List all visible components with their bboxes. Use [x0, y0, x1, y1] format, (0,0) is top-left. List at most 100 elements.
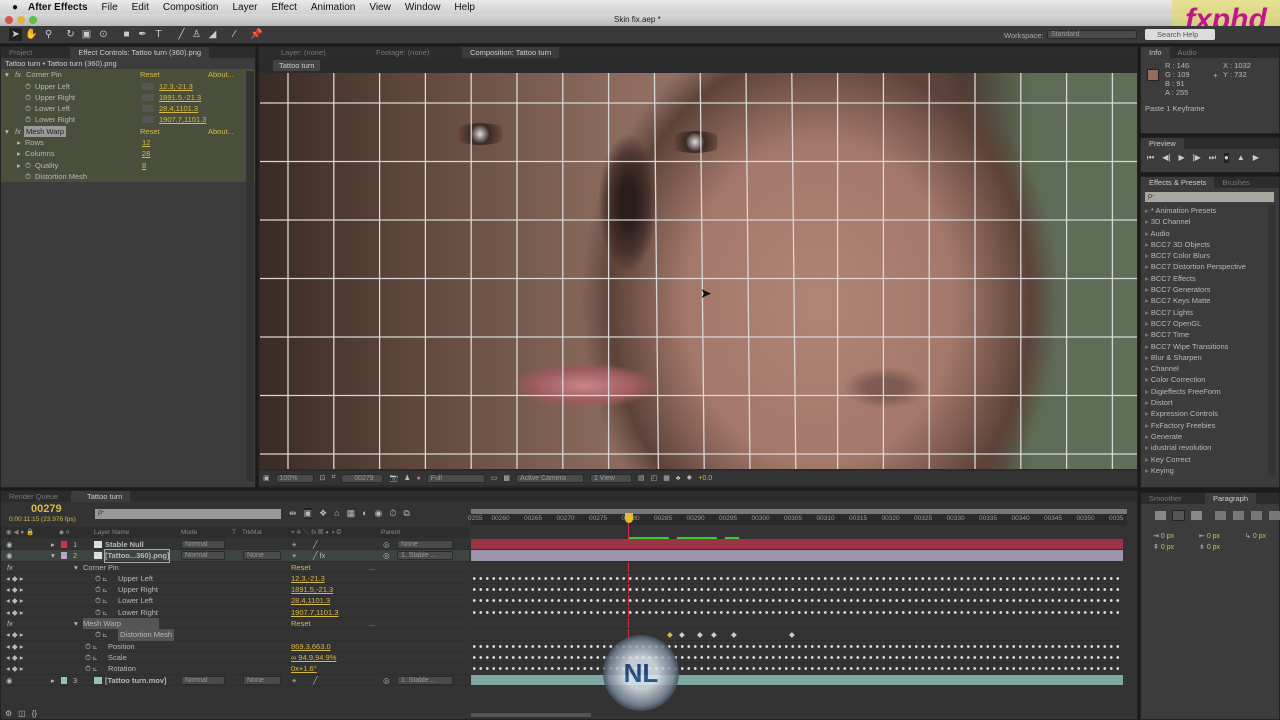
effect-category[interactable]: ▸ Generate — [1141, 431, 1267, 442]
effect-category[interactable]: ▸ Digieffects FreeForm — [1141, 386, 1267, 397]
indent-left-value[interactable]: 0 px — [1161, 533, 1174, 540]
parent-dropdown[interactable]: None — [397, 540, 453, 549]
property-value[interactable]: Reset — [291, 618, 311, 629]
app-menu[interactable]: After Effects — [28, 2, 87, 13]
keyframe-navigator-icon[interactable]: ◂ ◆ ▸ — [6, 595, 23, 606]
clone-stamp-tool-icon[interactable]: ♙ — [190, 28, 203, 41]
composition-image[interactable]: ➤ — [260, 73, 1137, 469]
tab-tattoo-turn[interactable]: Tattoo turn — [71, 491, 131, 502]
mask-visibility-icon[interactable]: ⌗ — [332, 474, 336, 482]
layer-name[interactable]: [Tattoo...360).png] — [103, 549, 171, 563]
expand-triangle-icon[interactable]: ▸ — [17, 160, 21, 171]
effect-category[interactable]: ▸ BCC7 3D Objects — [1141, 239, 1267, 250]
effect-category[interactable]: ▸ BCC7 OpenGL — [1141, 318, 1267, 329]
effects-search-input[interactable]: ρ- — [1145, 192, 1274, 202]
indent-first-field[interactable]: ↳ 0 px — [1245, 532, 1266, 540]
effect-category[interactable]: ▸ Color Correction — [1141, 374, 1267, 385]
selection-tool-icon[interactable]: ➤ — [9, 28, 22, 41]
channel-icon[interactable]: ● — [416, 475, 420, 482]
layer-name[interactable]: [Tattoo turn.mov] — [105, 675, 167, 686]
indent-left-field[interactable]: ⇥ 0 px — [1153, 532, 1174, 540]
show-snapshot-icon[interactable]: ♟ — [404, 474, 410, 482]
layer-row[interactable]: ◉ ▾ 2 [Tattoo...360).png] Normal None ⌖ ╱ fx ◎ 1.… — [1, 549, 469, 563]
property-row[interactable]: ◂ ◆ ▸ ⏱ ⊾ Lower Right 1907.7,1101.3 — [1, 607, 469, 619]
first-frame-icon[interactable]: ⏮ — [1147, 153, 1154, 163]
about-link[interactable]: About... — [208, 126, 234, 137]
menu-help[interactable]: Help — [454, 2, 475, 13]
pen-tool-icon[interactable]: ✒ — [136, 28, 149, 41]
rectangle-tool-icon[interactable]: ■ — [120, 28, 133, 41]
pan-behind-tool-icon[interactable]: ⊙ — [97, 28, 110, 41]
menu-animation[interactable]: Animation — [311, 2, 355, 13]
crosshair-point-icon[interactable] — [142, 105, 154, 113]
mesh-warp-grid[interactable] — [260, 73, 1137, 469]
keyframe[interactable]: ◆ — [679, 629, 685, 640]
pick-whip-icon[interactable]: ◎ — [383, 539, 390, 550]
pick-whip-icon[interactable]: ◎ — [383, 675, 390, 686]
safe-areas-icon[interactable]: ⊡ — [320, 474, 326, 482]
indent-right-value[interactable]: 0 px — [1207, 533, 1220, 540]
property-value[interactable]: 12.3,-21.3 — [159, 81, 193, 92]
draft-3d-icon[interactable]: ❖ — [319, 508, 327, 519]
column-parent[interactable]: Parent — [381, 527, 400, 538]
property-value[interactable]: 12.3,-21.3 — [291, 573, 325, 584]
column-layer-name[interactable]: Layer Name — [94, 527, 129, 538]
mute-icon[interactable]: ▲ — [1237, 153, 1245, 163]
expand-triangle-icon[interactable]: ▾ — [51, 550, 55, 561]
snapshot-icon[interactable]: 📷 — [389, 474, 398, 482]
label-color[interactable] — [61, 552, 67, 560]
crosshair-point-icon[interactable] — [142, 82, 154, 90]
current-time-field[interactable]: 00279 — [341, 473, 384, 483]
fx-icon[interactable]: fx — [7, 618, 13, 629]
align-left-icon[interactable] — [1155, 511, 1166, 520]
property-value[interactable]: ∞ 94.9,94.9% — [291, 652, 336, 663]
quality-switch-icon[interactable]: ╱ — [313, 539, 318, 550]
layer-duration-bar[interactable] — [471, 550, 1123, 562]
resolution-dropdown[interactable]: Full — [426, 473, 485, 483]
auto-keyframe-icon[interactable]: ⏱ — [389, 508, 396, 519]
hide-shy-layers-icon[interactable]: ⌂ — [334, 508, 339, 519]
mode-dropdown[interactable]: Normal — [181, 540, 225, 549]
justify-all-icon[interactable] — [1269, 511, 1280, 520]
fx-icon[interactable]: fx — [15, 69, 21, 80]
group-track[interactable] — [471, 562, 1123, 573]
effect-group-row[interactable]: fx ▾ Mesh Warp... Reset — [1, 618, 469, 630]
live-update-icon[interactable]: ▣ — [303, 508, 313, 519]
property-row[interactable]: ⏱ Lower Left 28.4,1101.3 — [1, 103, 255, 115]
comp-mini-flowchart-icon[interactable]: ⇹ — [289, 508, 297, 519]
effect-category[interactable]: ▸ BCC7 Distortion Perspective — [1141, 261, 1267, 272]
keyframe-navigator-icon[interactable]: ◂ ◆ ▸ — [6, 584, 23, 595]
fx-icon[interactable]: fx — [7, 562, 13, 573]
effect-category[interactable]: ▸ BCC7 Wipe Transitions — [1141, 341, 1267, 352]
hand-tool-icon[interactable]: ✋ — [25, 28, 38, 41]
zoom-slider[interactable] — [471, 713, 591, 717]
tab-layer[interactable]: Layer: (none) — [259, 47, 354, 58]
stopwatch-icon[interactable]: ⏱ — [25, 81, 31, 92]
menu-file[interactable]: File — [102, 2, 118, 13]
tab-smoother[interactable]: Smoother — [1141, 493, 1205, 504]
zoom-button[interactable] — [29, 16, 37, 24]
tab-effects-presets[interactable]: Effects & Presets — [1141, 177, 1215, 188]
type-tool-icon[interactable]: T — [152, 28, 165, 41]
puppet-pin-tool-icon[interactable]: 📌 — [250, 28, 263, 41]
effect-category[interactable]: ▸ Distort — [1141, 397, 1267, 408]
stopwatch-icon[interactable]: ⏱ ⊾ — [95, 573, 107, 584]
keyframe-track[interactable] — [471, 651, 1123, 664]
property-value[interactable]: 1907.7,1101.3 — [291, 607, 338, 618]
always-preview-icon[interactable]: ▣ — [263, 474, 270, 482]
effect-category[interactable]: ▸ BCC7 Keys Matte — [1141, 295, 1267, 306]
justify-last-right-icon[interactable] — [1251, 511, 1262, 520]
toggle-switches-icon[interactable]: ⚙ — [5, 709, 12, 718]
keyframe-track[interactable]: ◆ ◆ ◆ ◆ ◆ ◆ — [471, 629, 1123, 641]
stopwatch-icon[interactable]: ⏱ — [25, 114, 31, 125]
shy-switch-icon[interactable]: ⌖ — [292, 675, 296, 686]
stopwatch-icon[interactable]: ⏱ ⊾ — [95, 584, 107, 595]
reset-link[interactable]: Reset — [140, 126, 160, 137]
tab-preview[interactable]: Preview — [1141, 138, 1184, 149]
collapse-triangle-icon[interactable]: ▾ — [5, 69, 9, 80]
quality-switch-icon[interactable]: ╱ fx — [313, 550, 325, 561]
parent-dropdown[interactable]: 1. Stable ... — [397, 675, 453, 685]
scrollbar[interactable] — [246, 71, 254, 481]
quality-switch-icon[interactable]: ╱ — [313, 675, 318, 686]
property-value[interactable]: 28.4,1101.3 — [291, 595, 330, 606]
